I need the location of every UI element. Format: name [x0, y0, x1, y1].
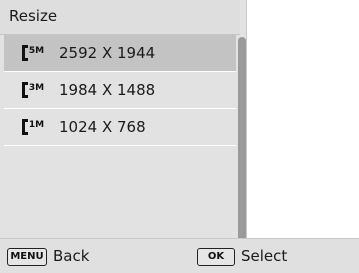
- menu-header: Resize: [0, 0, 240, 35]
- svg-text:1M: 1M: [29, 120, 44, 130]
- scrollbar[interactable]: [238, 37, 246, 238]
- panel-divider: [246, 0, 247, 238]
- menu-item-label: 1984 X 1488: [59, 81, 156, 99]
- svg-text:5M: 5M: [29, 46, 44, 56]
- menu-item-1024x768[interactable]: 1M 1024 X 768: [4, 109, 236, 146]
- menu-item-2592x1944[interactable]: 5M 2592 X 1944: [4, 35, 236, 72]
- menu-title: Resize: [9, 7, 58, 25]
- menu-item-label: 2592 X 1944: [59, 44, 156, 62]
- menu-item-label: 1024 X 768: [59, 118, 146, 136]
- ok-key-icon[interactable]: OK: [197, 248, 235, 266]
- select-label: Select: [241, 247, 288, 265]
- menu-panel: Resize 5M 2592 X 1944 3M 1984 X 1488 1M …: [0, 0, 246, 272]
- svg-text:3M: 3M: [29, 83, 44, 93]
- 3m-size-icon: 3M: [22, 82, 44, 98]
- menu-item-1984x1488[interactable]: 3M 1984 X 1488: [4, 72, 236, 109]
- back-label: Back: [53, 247, 90, 265]
- 1m-size-icon: 1M: [22, 119, 44, 135]
- menu-key-icon[interactable]: MENU: [7, 248, 47, 266]
- 5m-size-icon: 5M: [22, 45, 44, 61]
- footer-bar: MENU Back OK Select: [0, 238, 359, 273]
